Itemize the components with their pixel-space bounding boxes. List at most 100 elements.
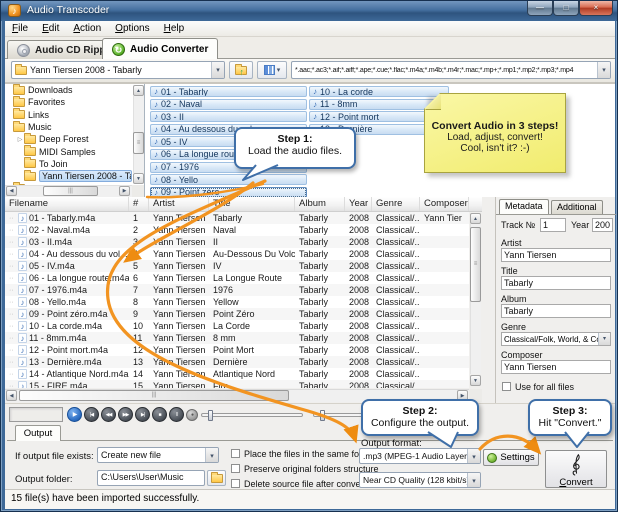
delete-source-checkbox[interactable] xyxy=(231,479,240,488)
menu-item[interactable]: Options xyxy=(108,22,156,35)
file-item[interactable]: ♪ 08 - Yello xyxy=(150,174,307,185)
album-input[interactable] xyxy=(501,304,611,318)
chevron-down-icon[interactable]: ▾ xyxy=(467,473,480,487)
player-button[interactable]: ▶▶ xyxy=(118,407,133,422)
scroll-down-button[interactable]: ▼ xyxy=(133,173,144,184)
table-row[interactable]: ··♪12 - Point mort.m4a 12 Yann Tiersen P… xyxy=(5,344,469,356)
column-header[interactable]: Year xyxy=(345,197,372,211)
browse-folder-button[interactable] xyxy=(207,470,226,486)
tab-metadata[interactable]: Metadata xyxy=(499,199,549,214)
column-header[interactable]: Artist xyxy=(149,197,209,211)
table-row[interactable]: ··♪01 - Tabarly.m4a 1 Yann Tiersen Tabar… xyxy=(5,212,469,224)
scroll-down-button[interactable]: ▼ xyxy=(470,375,481,386)
tree-item[interactable]: ▷ Deep Forest xyxy=(5,133,132,145)
chevron-down-icon[interactable]: ▾ xyxy=(598,333,610,345)
settings-button[interactable]: Settings xyxy=(483,449,539,466)
chevron-down-icon[interactable]: ▾ xyxy=(597,62,610,78)
player-button[interactable]: ■ xyxy=(152,407,167,422)
folder-up-button[interactable]: ↑ xyxy=(229,61,253,79)
chevron-down-icon[interactable]: ▾ xyxy=(211,62,224,78)
table-row[interactable]: ··♪08 - Yello.m4a 8 Yann Tiersen Yellow … xyxy=(5,296,469,308)
table-row[interactable]: ··♪03 - II.m4a 3 Yann Tiersen II Tabarly… xyxy=(5,236,469,248)
scrollbar-thumb[interactable]: ||| xyxy=(19,390,289,401)
column-header[interactable]: Title xyxy=(209,197,295,211)
tree-item[interactable]: Favorites xyxy=(5,96,132,108)
artist-input[interactable] xyxy=(501,248,611,262)
table-row[interactable]: ··♪06 - La longue route.m4a 6 Yann Tiers… xyxy=(5,272,469,284)
scrollbar-thumb[interactable]: ≡ xyxy=(470,227,481,302)
scroll-left-button[interactable]: ◀ xyxy=(6,186,17,196)
output-folder-field[interactable]: C:\Users\User\Music xyxy=(97,470,205,486)
genre-select[interactable]: Classical/Folk, World, & Countr ▾ xyxy=(501,332,611,346)
tree-item[interactable]: Links xyxy=(5,109,132,121)
tree-item[interactable]: Downloads xyxy=(5,84,132,96)
file-item[interactable]: ♪ 02 - Naval xyxy=(150,99,307,110)
output-exists-select[interactable]: Create new file ▾ xyxy=(97,447,219,463)
view-mode-button[interactable]: ▾ xyxy=(257,61,287,79)
table-row[interactable]: ··♪14 - Atlantique Nord.m4a 14 Yann Tier… xyxy=(5,368,469,380)
title-input[interactable] xyxy=(501,276,611,290)
table-row[interactable]: ··♪10 - La corde.m4a 10 Yann Tiersen La … xyxy=(5,320,469,332)
track-input[interactable] xyxy=(540,218,566,232)
maximize-button[interactable]: □ xyxy=(553,1,579,16)
cell-album: Tabarly xyxy=(295,357,345,367)
scroll-left-button[interactable]: ◀ xyxy=(6,390,17,401)
menu-item[interactable]: Action xyxy=(66,22,108,35)
file-filter-combo[interactable]: *.aac;*.ac3;*.aif;*.aiff;*.ape;*.cue;*.f… xyxy=(291,61,611,79)
menu-item[interactable]: Help xyxy=(157,22,192,35)
year-input[interactable] xyxy=(592,218,613,232)
file-item[interactable]: ♪ 03 - II xyxy=(150,111,307,122)
table-row[interactable]: ··♪07 - 1976.m4a 7 Yann Tiersen 1976 Tab… xyxy=(5,284,469,296)
table-row[interactable]: ··♪09 - Point zéro.m4a 9 Yann Tiersen Po… xyxy=(5,308,469,320)
player-button[interactable]: |◀ xyxy=(84,407,99,422)
chevron-down-icon[interactable]: ▾ xyxy=(205,448,218,462)
player-button[interactable]: ● xyxy=(186,409,198,421)
scrollbar-thumb[interactable]: ≡ xyxy=(133,132,144,154)
chevron-down-icon[interactable]: ▾ xyxy=(467,449,480,463)
tree-item[interactable]: Yann Tiersen 2008 - Tabarly xyxy=(5,170,132,182)
quality-select[interactable]: Near CD Quality (128 kbit/s) ▾ xyxy=(359,472,481,488)
expander-icon[interactable]: ▷ xyxy=(16,136,24,143)
player-button[interactable]: ▶ xyxy=(67,407,82,422)
column-header[interactable]: Composer xyxy=(420,197,469,211)
composer-input[interactable] xyxy=(501,360,611,374)
scroll-right-button[interactable]: ▶ xyxy=(119,186,130,196)
player-button[interactable]: ‖ xyxy=(169,407,184,422)
tree-item[interactable]: MIDI Samples xyxy=(5,145,132,157)
player-button[interactable]: ◀◀ xyxy=(101,407,116,422)
scroll-up-button[interactable]: ▲ xyxy=(470,213,481,224)
file-item[interactable]: ♪ 10 - La corde xyxy=(309,86,449,97)
preserve-structure-checkbox[interactable] xyxy=(231,464,240,473)
use-for-all-files-checkbox[interactable] xyxy=(502,382,511,391)
table-row[interactable]: ··♪13 - Dernière.m4a 13 Yann Tiersen Der… xyxy=(5,356,469,368)
scrollbar-thumb[interactable]: ||| xyxy=(43,186,98,196)
table-row[interactable]: ··♪15 - FIRE.m4a 15 Yann Tiersen Fire Ta… xyxy=(5,380,469,388)
tab-output[interactable]: Output xyxy=(15,425,61,441)
column-header[interactable]: Filename xyxy=(5,197,129,211)
folder-path-combo[interactable]: Yann Tiersen 2008 - Tabarly ▾ xyxy=(11,61,225,79)
slider-thumb[interactable] xyxy=(320,410,325,421)
table-row[interactable]: ··♪02 - Naval.m4a 2 Yann Tiersen Naval T… xyxy=(5,224,469,236)
table-row[interactable]: ··♪04 - Au dessous du vol... 4 Yann Tier… xyxy=(5,248,469,260)
table-row[interactable]: ··♪05 - IV.m4a 5 Yann Tiersen IV Tabarly… xyxy=(5,260,469,272)
table-row[interactable]: ··♪11 - 8mm.m4a 11 Yann Tiersen 8 mm Tab… xyxy=(5,332,469,344)
player-button[interactable]: ▶| xyxy=(135,407,150,422)
scroll-up-button[interactable]: ▲ xyxy=(133,85,144,96)
column-header[interactable]: Album xyxy=(295,197,345,211)
menu-item[interactable]: File xyxy=(5,22,35,35)
seek-slider[interactable] xyxy=(201,413,303,417)
minimize-button[interactable]: — xyxy=(527,1,553,16)
tree-item[interactable]: To Join xyxy=(5,158,132,170)
column-header[interactable]: # xyxy=(129,197,149,211)
output-format-select[interactable]: .mp3 (MPEG-1 Audio Layer 3) ▾ xyxy=(359,448,481,464)
menu-item[interactable]: Edit xyxy=(35,22,66,35)
close-button[interactable]: × xyxy=(579,1,613,16)
tree-item[interactable]: Music xyxy=(5,121,132,133)
convert-button[interactable]: Convert xyxy=(545,450,607,488)
tab-additional[interactable]: Additional xyxy=(551,200,603,214)
file-item[interactable]: ♪ 01 - Tabarly xyxy=(150,86,307,97)
same-folder-checkbox[interactable] xyxy=(231,449,240,458)
column-header[interactable]: Genre xyxy=(372,197,420,211)
tab-audio-converter[interactable]: ↻ Audio Converter xyxy=(102,38,218,59)
slider-thumb[interactable] xyxy=(208,410,213,421)
